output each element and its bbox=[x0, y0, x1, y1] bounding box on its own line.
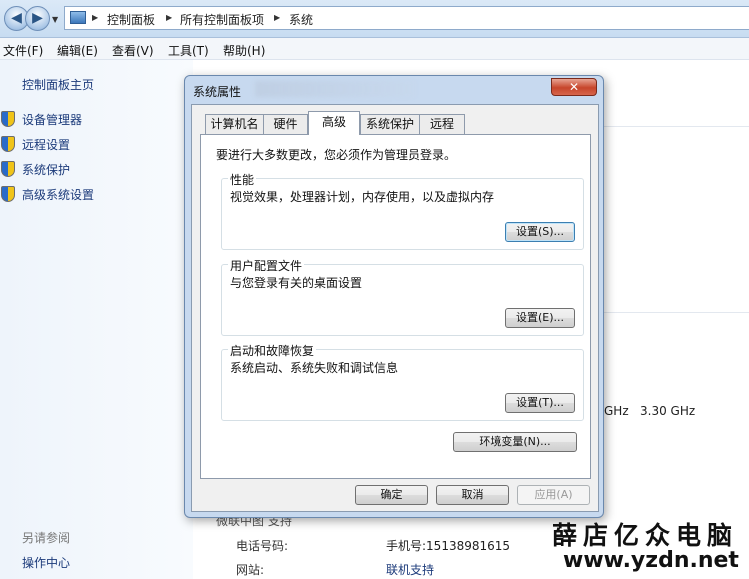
watermark-brand: 薛店亿众电脑 bbox=[552, 521, 739, 550]
breadcrumb-all-items[interactable]: 所有控制面板项 bbox=[180, 11, 264, 28]
advanced-tab-panel: 要进行大多数更改，您必须作为管理员登录。 性能 视觉效果，处理器计划，内存使用，… bbox=[200, 134, 591, 479]
remote-settings-link[interactable]: 远程设置 bbox=[22, 136, 70, 153]
see-also-heading: 另请参阅 bbox=[22, 531, 71, 545]
tab-system-protection[interactable]: 系统保护 bbox=[360, 114, 420, 134]
chevron-right-icon[interactable]: ▶ bbox=[274, 13, 280, 22]
breadcrumb-system[interactable]: 系统 bbox=[289, 11, 313, 28]
admin-notice: 要进行大多数更改，您必须作为管理员登录。 bbox=[216, 148, 457, 162]
address-bar: ◀ ▶ ▼ ▶ 控制面板 ▶ 所有控制面板项 ▶ 系统 bbox=[0, 0, 749, 38]
cpu-partial-text: GHz bbox=[604, 404, 629, 418]
performance-settings-button[interactable]: 设置(S)... bbox=[505, 222, 575, 242]
section-divider bbox=[600, 312, 749, 313]
phone-value: 手机号:15138981615 bbox=[386, 539, 511, 553]
startup-recovery-desc: 系统启动、系统失败和调试信息 bbox=[230, 361, 399, 375]
watermark-url: www.yzdn.net bbox=[563, 548, 739, 573]
cpu-speed-value: 3.30 GHz bbox=[640, 404, 696, 418]
performance-group: 性能 视觉效果，处理器计划，内存使用，以及虚拟内存 设置(S)... bbox=[221, 171, 584, 250]
control-panel-icon bbox=[70, 11, 86, 24]
section-divider bbox=[600, 126, 749, 127]
system-properties-dialog: 系统属性 ✕ 计算机名 硬件 高级 系统保护 远程 要进行大多数更改，您必须作为… bbox=[184, 75, 604, 518]
dialog-title: 系统属性 bbox=[193, 85, 242, 99]
online-support-link[interactable]: 联机支持 bbox=[386, 561, 434, 578]
startup-recovery-settings-button[interactable]: 设置(T)... bbox=[505, 393, 575, 413]
task-pane: 控制面板主页 设备管理器 远程设置 系统保护 高级系统设置 另请参阅 操作中心 bbox=[0, 60, 193, 579]
title-bar-blur bbox=[255, 81, 415, 97]
tab-computer-name[interactable]: 计算机名 bbox=[205, 114, 264, 134]
menu-edit[interactable]: 编辑(E) bbox=[57, 42, 98, 59]
close-icon: ✕ bbox=[568, 80, 580, 94]
tab-hardware[interactable]: 硬件 bbox=[263, 114, 308, 134]
uac-shield-icon bbox=[1, 136, 15, 152]
menu-view[interactable]: 查看(V) bbox=[112, 42, 154, 59]
chevron-right-icon[interactable]: ▶ bbox=[166, 13, 172, 22]
user-profiles-group: 用户配置文件 与您登录有关的桌面设置 设置(E)... bbox=[221, 257, 584, 336]
forward-button[interactable]: ▶ bbox=[25, 6, 50, 31]
performance-desc: 视觉效果，处理器计划，内存使用，以及虚拟内存 bbox=[230, 190, 495, 204]
recent-pages-dropdown-icon[interactable]: ▼ bbox=[52, 15, 58, 24]
phone-label: 电话号码: bbox=[236, 539, 289, 553]
performance-title: 性能 bbox=[228, 171, 257, 188]
system-protection-link[interactable]: 系统保护 bbox=[22, 161, 70, 178]
breadcrumb-control-panel[interactable]: 控制面板 bbox=[107, 11, 155, 28]
environment-variables-button[interactable]: 环境变量(N)... bbox=[453, 432, 577, 452]
website-label: 网站: bbox=[236, 563, 265, 577]
control-panel-home-link[interactable]: 控制面板主页 bbox=[22, 76, 94, 93]
uac-shield-icon bbox=[1, 186, 15, 202]
action-center-link[interactable]: 操作中心 bbox=[22, 554, 70, 571]
user-profiles-title: 用户配置文件 bbox=[228, 257, 305, 274]
user-profiles-settings-button[interactable]: 设置(E)... bbox=[505, 308, 575, 328]
menu-file[interactable]: 文件(F) bbox=[3, 42, 43, 59]
menu-tools[interactable]: 工具(T) bbox=[168, 42, 209, 59]
tab-remote[interactable]: 远程 bbox=[419, 114, 465, 134]
tab-advanced[interactable]: 高级 bbox=[308, 111, 360, 135]
dialog-body: 计算机名 硬件 高级 系统保护 远程 要进行大多数更改，您必须作为管理员登录。 … bbox=[191, 104, 599, 512]
startup-recovery-title: 启动和故障恢复 bbox=[228, 342, 317, 359]
uac-shield-icon bbox=[1, 111, 15, 127]
ok-button[interactable]: 确定 bbox=[355, 485, 428, 505]
menu-help[interactable]: 帮助(H) bbox=[223, 42, 265, 59]
close-button[interactable]: ✕ bbox=[551, 78, 597, 96]
advanced-system-settings-link[interactable]: 高级系统设置 bbox=[22, 186, 94, 203]
startup-recovery-group: 启动和故障恢复 系统启动、系统失败和调试信息 设置(T)... bbox=[221, 342, 584, 421]
device-manager-link[interactable]: 设备管理器 bbox=[22, 111, 82, 128]
chevron-right-icon[interactable]: ▶ bbox=[92, 13, 98, 22]
uac-shield-icon bbox=[1, 161, 15, 177]
apply-button[interactable]: 应用(A) bbox=[517, 485, 590, 505]
cancel-button[interactable]: 取消 bbox=[436, 485, 509, 505]
user-profiles-desc: 与您登录有关的桌面设置 bbox=[230, 276, 363, 290]
menu-bar: 文件(F) 编辑(E) 查看(V) 工具(T) 帮助(H) bbox=[0, 38, 749, 60]
breadcrumb[interactable]: ▶ 控制面板 ▶ 所有控制面板项 ▶ 系统 bbox=[64, 6, 749, 30]
